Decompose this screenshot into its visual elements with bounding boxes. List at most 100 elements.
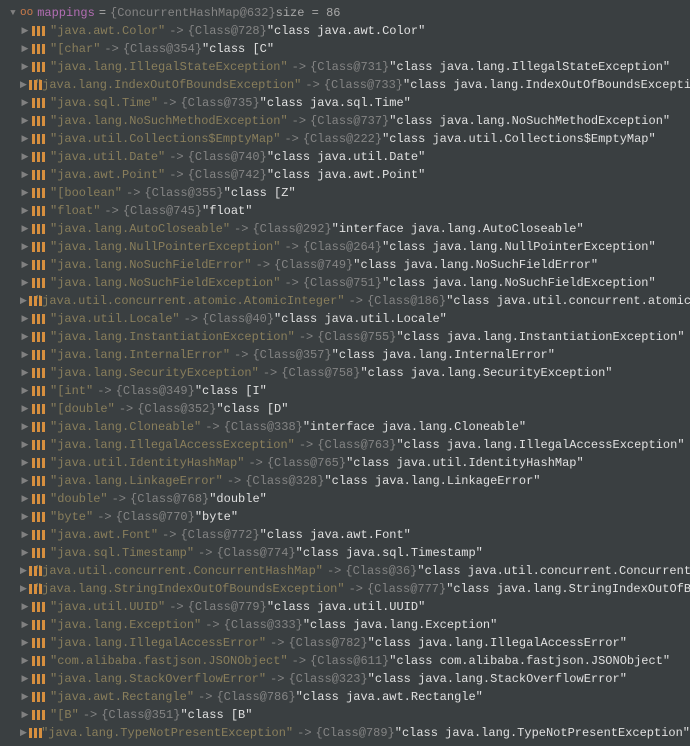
expand-right-icon[interactable]: ▶ bbox=[20, 170, 30, 180]
entry-value: "class java.lang.Exception" bbox=[303, 618, 497, 632]
map-entry-row[interactable]: ▶"java.lang.StackOverflowError" -> {Clas… bbox=[0, 670, 690, 688]
map-entry-icon bbox=[32, 260, 44, 270]
expand-right-icon[interactable]: ▶ bbox=[20, 314, 30, 324]
map-entry-icon bbox=[32, 98, 44, 108]
entry-key: "java.lang.Exception" bbox=[50, 618, 201, 632]
expand-right-icon[interactable]: ▶ bbox=[20, 530, 30, 540]
expand-right-icon[interactable]: ▶ bbox=[20, 332, 30, 342]
entry-value: "interface java.lang.Cloneable" bbox=[303, 420, 526, 434]
map-entry-row[interactable]: ▶"[boolean" -> {Class@355} "class [Z" bbox=[0, 184, 690, 202]
map-entry-row[interactable]: ▶"[double" -> {Class@352} "class [D" bbox=[0, 400, 690, 418]
map-entry-row[interactable]: ▶"java.util.IdentityHashMap" -> {Class@7… bbox=[0, 454, 690, 472]
map-entry-row[interactable]: ▶"double" -> {Class@768} "double" bbox=[0, 490, 690, 508]
map-entry-row[interactable]: ▶"java.util.concurrent.ConcurrentHashMap… bbox=[0, 562, 690, 580]
expand-right-icon[interactable]: ▶ bbox=[20, 692, 30, 702]
map-entry-row[interactable]: ▶"java.lang.LinkageError" -> {Class@328}… bbox=[0, 472, 690, 490]
map-entry-icon bbox=[32, 386, 44, 396]
map-entry-row[interactable]: ▶"java.lang.IllegalStateException" -> {C… bbox=[0, 58, 690, 76]
map-entry-row[interactable]: ▶"java.awt.Rectangle" -> {Class@786} "cl… bbox=[0, 688, 690, 706]
entry-value: "byte" bbox=[195, 510, 238, 524]
entry-value: "class [Z" bbox=[224, 186, 296, 200]
map-entry-row[interactable]: ▶"java.lang.NoSuchMethodException" -> {C… bbox=[0, 112, 690, 130]
entry-value: "class java.lang.NoSuchFieldError" bbox=[353, 258, 598, 272]
map-entry-row[interactable]: ▶"java.lang.IndexOutOfBoundsException" -… bbox=[0, 76, 690, 94]
map-entry-row[interactable]: ▶"java.util.UUID" -> {Class@779} "class … bbox=[0, 598, 690, 616]
map-entry-row[interactable]: ▶"java.lang.InternalError" -> {Class@357… bbox=[0, 346, 690, 364]
entry-class-ref: {Class@222} bbox=[303, 132, 382, 146]
expand-right-icon[interactable]: ▶ bbox=[20, 296, 27, 306]
expand-right-icon[interactable]: ▶ bbox=[20, 368, 30, 378]
map-entry-row[interactable]: ▶"java.awt.Color" -> {Class@728} "class … bbox=[0, 22, 690, 40]
expand-right-icon[interactable]: ▶ bbox=[20, 224, 30, 234]
map-entry-row[interactable]: ▶"java.lang.AutoCloseable" -> {Class@292… bbox=[0, 220, 690, 238]
map-entry-row[interactable]: ▶"java.lang.NoSuchFieldException" -> {Cl… bbox=[0, 274, 690, 292]
expand-right-icon[interactable]: ▶ bbox=[20, 566, 27, 576]
map-entry-row[interactable]: ▶"java.lang.TypeNotPresentException" -> … bbox=[0, 724, 690, 742]
map-entry-row[interactable]: ▶"java.util.Collections$EmptyMap" -> {Cl… bbox=[0, 130, 690, 148]
map-entry-row[interactable]: ▶"com.alibaba.fastjson.JSONObject" -> {C… bbox=[0, 652, 690, 670]
map-entry-row[interactable]: ▶"java.lang.IllegalAccessError" -> {Clas… bbox=[0, 634, 690, 652]
expand-right-icon[interactable]: ▶ bbox=[20, 548, 30, 558]
expand-right-icon[interactable]: ▶ bbox=[20, 422, 30, 432]
map-entry-row[interactable]: ▶"java.awt.Font" -> {Class@772} "class j… bbox=[0, 526, 690, 544]
map-entry-row[interactable]: ▶"java.lang.NoSuchFieldError" -> {Class@… bbox=[0, 256, 690, 274]
map-entry-row[interactable]: ▶"java.lang.SecurityException" -> {Class… bbox=[0, 364, 690, 382]
map-entry-row[interactable]: ▶"java.util.Date" -> {Class@740} "class … bbox=[0, 148, 690, 166]
expand-right-icon[interactable]: ▶ bbox=[20, 602, 30, 612]
expand-right-icon[interactable]: ▶ bbox=[20, 638, 30, 648]
map-entry-row[interactable]: ▶"java.lang.StringIndexOutOfBoundsExcept… bbox=[0, 580, 690, 598]
expand-right-icon[interactable]: ▶ bbox=[20, 512, 30, 522]
expand-right-icon[interactable]: ▶ bbox=[20, 152, 30, 162]
map-entry-row[interactable]: ▶"java.util.concurrent.atomic.AtomicInte… bbox=[0, 292, 690, 310]
map-entry-row[interactable]: ▶"java.awt.Point" -> {Class@742} "class … bbox=[0, 166, 690, 184]
expand-right-icon[interactable]: ▶ bbox=[20, 476, 30, 486]
expand-right-icon[interactable]: ▶ bbox=[20, 80, 27, 90]
entry-class-ref: {Class@735} bbox=[180, 96, 259, 110]
expand-right-icon[interactable]: ▶ bbox=[20, 278, 30, 288]
map-entry-row[interactable]: ▶"java.lang.IllegalAccessException" -> {… bbox=[0, 436, 690, 454]
entry-value: "class [D" bbox=[216, 402, 288, 416]
expand-right-icon[interactable]: ▶ bbox=[20, 440, 30, 450]
expand-right-icon[interactable]: ▶ bbox=[20, 62, 30, 72]
root-variable-row[interactable]: ▼ oo mappings = {ConcurrentHashMap@632} … bbox=[0, 4, 690, 22]
expand-right-icon[interactable]: ▶ bbox=[20, 206, 30, 216]
map-arrow: -> bbox=[292, 60, 306, 74]
expand-right-icon[interactable]: ▶ bbox=[20, 494, 30, 504]
expand-right-icon[interactable]: ▶ bbox=[20, 26, 30, 36]
map-entry-row[interactable]: ▶"java.lang.InstantiationException" -> {… bbox=[0, 328, 690, 346]
expand-right-icon[interactable]: ▶ bbox=[20, 710, 30, 720]
map-entry-row[interactable]: ▶"byte" -> {Class@770} "byte" bbox=[0, 508, 690, 526]
expand-right-icon[interactable]: ▶ bbox=[20, 674, 30, 684]
expand-right-icon[interactable]: ▶ bbox=[20, 98, 30, 108]
entry-value: "class java.lang.NullPointerException" bbox=[382, 240, 656, 254]
expand-right-icon[interactable]: ▶ bbox=[20, 44, 30, 54]
entry-key: "java.lang.Cloneable" bbox=[50, 420, 201, 434]
expand-down-icon[interactable]: ▼ bbox=[8, 8, 18, 18]
expand-right-icon[interactable]: ▶ bbox=[20, 656, 30, 666]
map-entry-row[interactable]: ▶"[int" -> {Class@349} "class [I" bbox=[0, 382, 690, 400]
expand-right-icon[interactable]: ▶ bbox=[20, 386, 30, 396]
map-entry-row[interactable]: ▶"java.lang.NullPointerException" -> {Cl… bbox=[0, 238, 690, 256]
expand-right-icon[interactable]: ▶ bbox=[20, 404, 30, 414]
map-entry-icon bbox=[32, 602, 44, 612]
map-entry-row[interactable]: ▶"java.sql.Time" -> {Class@735} "class j… bbox=[0, 94, 690, 112]
expand-right-icon[interactable]: ▶ bbox=[20, 458, 30, 468]
expand-right-icon[interactable]: ▶ bbox=[20, 242, 30, 252]
map-entry-row[interactable]: ▶"float" -> {Class@745} "float" bbox=[0, 202, 690, 220]
map-entry-row[interactable]: ▶"java.lang.Cloneable" -> {Class@338} "i… bbox=[0, 418, 690, 436]
map-entry-row[interactable]: ▶"java.util.Locale" -> {Class@40} "class… bbox=[0, 310, 690, 328]
expand-right-icon[interactable]: ▶ bbox=[20, 584, 27, 594]
map-entry-icon bbox=[32, 638, 44, 648]
expand-right-icon[interactable]: ▶ bbox=[20, 116, 30, 126]
map-entry-row[interactable]: ▶"java.sql.Timestamp" -> {Class@774} "cl… bbox=[0, 544, 690, 562]
expand-right-icon[interactable]: ▶ bbox=[20, 350, 30, 360]
entry-value: "class java.util.concurrent.atomic.Atomi… bbox=[446, 294, 690, 308]
expand-right-icon[interactable]: ▶ bbox=[20, 620, 30, 630]
map-entry-row[interactable]: ▶"[char" -> {Class@354} "class [C" bbox=[0, 40, 690, 58]
map-entry-row[interactable]: ▶"[B" -> {Class@351} "class [B" bbox=[0, 706, 690, 724]
map-entry-row[interactable]: ▶"java.lang.Exception" -> {Class@333} "c… bbox=[0, 616, 690, 634]
expand-right-icon[interactable]: ▶ bbox=[20, 260, 30, 270]
entry-class-ref: {Class@768} bbox=[130, 492, 209, 506]
expand-right-icon[interactable]: ▶ bbox=[20, 134, 30, 144]
expand-right-icon[interactable]: ▶ bbox=[20, 188, 30, 198]
